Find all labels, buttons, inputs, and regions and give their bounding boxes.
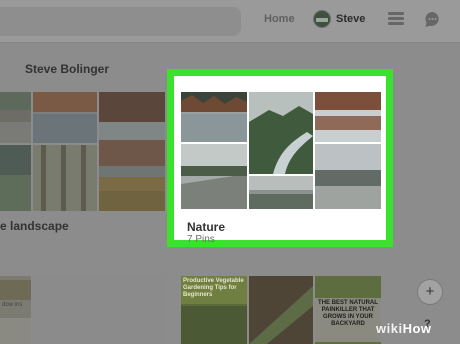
watermark-suffix: How	[402, 321, 432, 336]
header-divider	[0, 42, 460, 43]
painkiller-pin-text: THE BEST NATURAL PAINKILLER THAT GROWS I…	[318, 300, 378, 327]
board-tile-gazebo	[0, 145, 31, 211]
profile-link[interactable]: Steve	[336, 13, 365, 25]
nature-board-title[interactable]: Nature	[187, 220, 225, 234]
nature-tile-road	[181, 144, 247, 209]
user-avatar[interactable]	[313, 10, 331, 28]
nature-tile-mist	[249, 176, 313, 209]
board-tile-forest	[33, 145, 97, 211]
nature-tile-lake	[181, 92, 247, 142]
board-tile-empty-1	[33, 276, 97, 344]
watermark-prefix: wiki	[376, 321, 403, 336]
board-tile-reflection	[99, 92, 165, 186]
menu-icon[interactable]	[388, 12, 404, 26]
nature-tile-reflection	[315, 92, 381, 142]
owner-name: Steve Bolinger	[25, 62, 110, 76]
pin-garden-bed	[249, 276, 313, 344]
nature-board-pin-count: 7 Pins	[187, 234, 215, 245]
wikihow-watermark: wikiHow	[376, 321, 432, 336]
chat-icon[interactable]	[424, 11, 441, 28]
board-tile-garden	[0, 276, 31, 344]
landscape-board-title[interactable]: e landscape	[0, 219, 69, 233]
board-tile-empty-2	[99, 276, 165, 344]
nature-tile-beach	[315, 144, 381, 209]
nature-tile-river	[249, 92, 313, 174]
vegetable-pin-text: Productive Vegetable Gardening Tips for …	[183, 278, 244, 298]
search-input[interactable]	[0, 7, 241, 36]
home-link[interactable]: Home	[264, 13, 295, 25]
board-tile-autumn	[99, 177, 165, 211]
board-tile-lake	[33, 92, 97, 143]
plus-icon: +	[425, 283, 435, 300]
board-tile-road	[0, 92, 31, 143]
garden-pin-text: dow ins	[2, 302, 23, 308]
add-button[interactable]: +	[417, 279, 443, 305]
